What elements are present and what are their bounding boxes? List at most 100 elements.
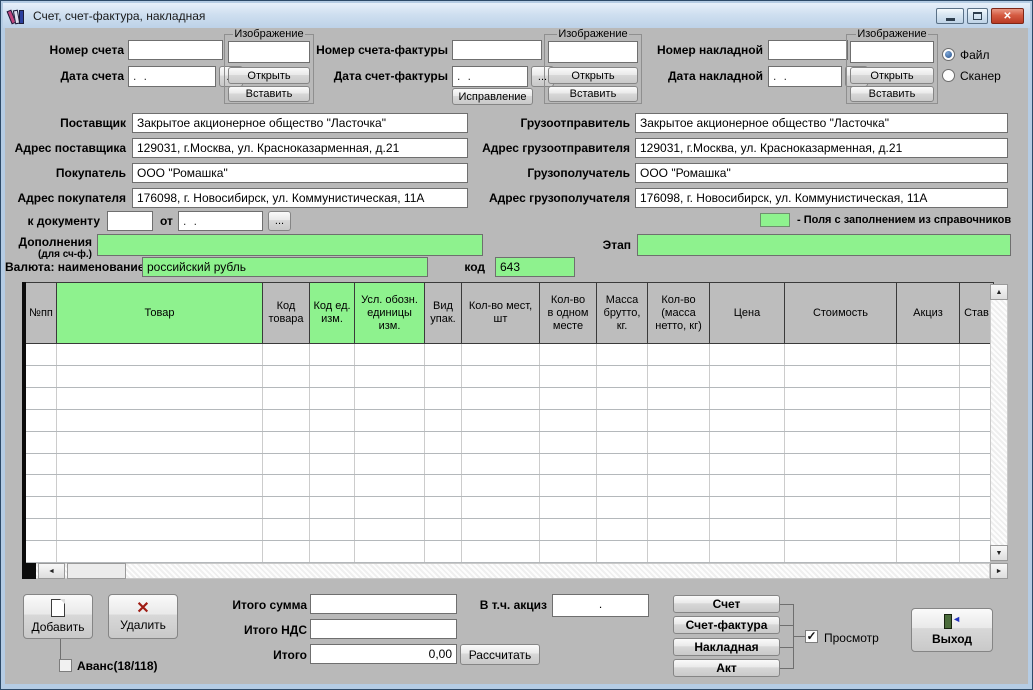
grid-column-header: Став — [960, 282, 994, 344]
image-preview-box[interactable] — [850, 41, 934, 63]
number-input[interactable] — [128, 40, 223, 60]
horizontal-scroll-thumb[interactable] — [67, 563, 126, 579]
to-document-date-browse-button[interactable]: ... — [268, 211, 291, 231]
table-row[interactable] — [26, 366, 990, 388]
party-input[interactable]: Закрытое акционерное общество "Ласточка" — [635, 113, 1008, 133]
open-image-button[interactable]: Открыть — [850, 67, 934, 84]
radio-file[interactable] — [942, 48, 955, 61]
table-cell — [263, 497, 310, 518]
grid-horizontal-scrollbar[interactable] — [22, 563, 990, 579]
grid-column-header: Товар — [57, 282, 263, 344]
add-row-button[interactable]: Добавить — [23, 594, 93, 639]
number-input[interactable] — [452, 40, 542, 60]
total-input[interactable] — [310, 594, 457, 614]
scroll-down-button[interactable]: ▼ — [990, 545, 1008, 561]
doc-print-button[interactable]: Счет — [673, 595, 780, 613]
doc-print-button[interactable]: Акт — [673, 659, 780, 677]
total-input[interactable]: 0,00 — [310, 644, 457, 664]
additions-input[interactable] — [97, 234, 483, 256]
stage-input[interactable] — [637, 234, 1011, 256]
to-document-number-input[interactable] — [107, 211, 153, 231]
number-label: Номер счета-фактуры — [315, 43, 448, 57]
doc-print-button[interactable]: Накладная — [673, 638, 780, 656]
table-cell — [26, 454, 57, 475]
table-row[interactable] — [26, 344, 990, 366]
party-input[interactable]: 176098, г. Новосибирск, ул. Коммунистиче… — [132, 188, 468, 208]
table-cell — [897, 541, 960, 562]
grid-column-header: №пп — [26, 282, 57, 344]
minimize-button[interactable] — [936, 8, 964, 24]
grid-column-header: Акциз — [897, 282, 960, 344]
date-input[interactable]: . . — [452, 66, 528, 87]
doc-print-button[interactable]: Счет-фактура — [673, 616, 780, 634]
open-image-button[interactable]: Открыть — [548, 67, 638, 84]
table-cell — [355, 475, 425, 496]
table-cell — [57, 475, 263, 496]
table-cell — [785, 410, 897, 431]
paste-image-button[interactable]: Вставить — [850, 86, 934, 102]
excise-input[interactable]: . — [552, 594, 649, 617]
table-cell — [710, 497, 785, 518]
scroll-left-button[interactable]: ◄ — [38, 563, 65, 579]
advance-checkbox-label: Аванс(18/118) — [77, 659, 158, 673]
number-input[interactable] — [768, 40, 848, 60]
currency-name-input[interactable]: российский рубль — [142, 257, 428, 277]
party-input[interactable]: Закрытое акционерное общество "Ласточка" — [132, 113, 468, 133]
table-cell — [960, 519, 990, 540]
paste-image-button[interactable]: Вставить — [548, 86, 638, 102]
date-input[interactable]: . . — [768, 66, 842, 87]
image-preview-box[interactable] — [228, 41, 310, 63]
total-label: Итого — [180, 648, 307, 662]
close-button[interactable]: ✕ — [991, 8, 1024, 24]
table-cell — [597, 541, 648, 562]
preview-checkbox[interactable]: ✓ — [805, 630, 818, 643]
scroll-right-button[interactable]: ► — [990, 563, 1008, 579]
table-cell — [648, 541, 710, 562]
party-input[interactable]: 176098, г. Новосибирск, ул. Коммунистиче… — [635, 188, 1008, 208]
table-cell — [785, 497, 897, 518]
table-cell — [897, 432, 960, 453]
image-preview-box[interactable] — [548, 41, 638, 63]
to-document-date-input[interactable]: . . — [178, 211, 263, 231]
table-cell — [897, 410, 960, 431]
calculate-button[interactable]: Рассчитать — [460, 644, 540, 665]
grid-vertical-scrollbar[interactable] — [990, 284, 1008, 561]
exit-button[interactable]: ◄ Выход — [911, 608, 993, 652]
paste-image-button[interactable]: Вставить — [228, 86, 310, 102]
date-input[interactable]: . . — [128, 66, 216, 87]
table-row[interactable] — [26, 541, 990, 563]
total-input[interactable] — [310, 619, 457, 639]
table-cell — [897, 344, 960, 365]
party-input[interactable]: ООО "Ромашка" — [132, 163, 468, 183]
table-row[interactable] — [26, 497, 990, 519]
advance-checkbox[interactable] — [59, 659, 72, 672]
party-input[interactable]: 129031, г.Москва, ул. Красноказарменная,… — [635, 138, 1008, 158]
table-row[interactable] — [26, 454, 990, 476]
party-label: Грузополучатель — [477, 166, 630, 180]
table-cell — [597, 519, 648, 540]
table-row[interactable] — [26, 388, 990, 410]
table-cell — [310, 432, 355, 453]
currency-code-input[interactable]: 643 — [495, 257, 575, 277]
party-input[interactable]: ООО "Ромашка" — [635, 163, 1008, 183]
delete-row-button[interactable]: ✕ Удалить — [108, 594, 178, 639]
table-row[interactable] — [26, 519, 990, 541]
table-cell — [26, 541, 57, 562]
doc-bracket-mid-stub — [794, 636, 805, 637]
correction-button[interactable]: Исправление — [452, 88, 533, 105]
open-image-button[interactable]: Открыть — [228, 67, 310, 84]
maximize-button[interactable] — [967, 8, 988, 24]
table-cell — [710, 519, 785, 540]
table-cell — [648, 388, 710, 409]
window-title: Счет, счет-фактура, накладная — [33, 9, 205, 23]
table-cell — [897, 475, 960, 496]
table-row[interactable] — [26, 475, 990, 497]
party-input[interactable]: 129031, г.Москва, ул. Красноказарменная,… — [132, 138, 468, 158]
table-row[interactable] — [26, 410, 990, 432]
radio-scanner[interactable] — [942, 69, 955, 82]
table-cell — [57, 541, 263, 562]
scroll-up-icon: ▲ — [996, 289, 1003, 296]
table-row[interactable] — [26, 432, 990, 454]
scroll-up-button[interactable]: ▲ — [990, 284, 1008, 300]
table-cell — [462, 388, 540, 409]
